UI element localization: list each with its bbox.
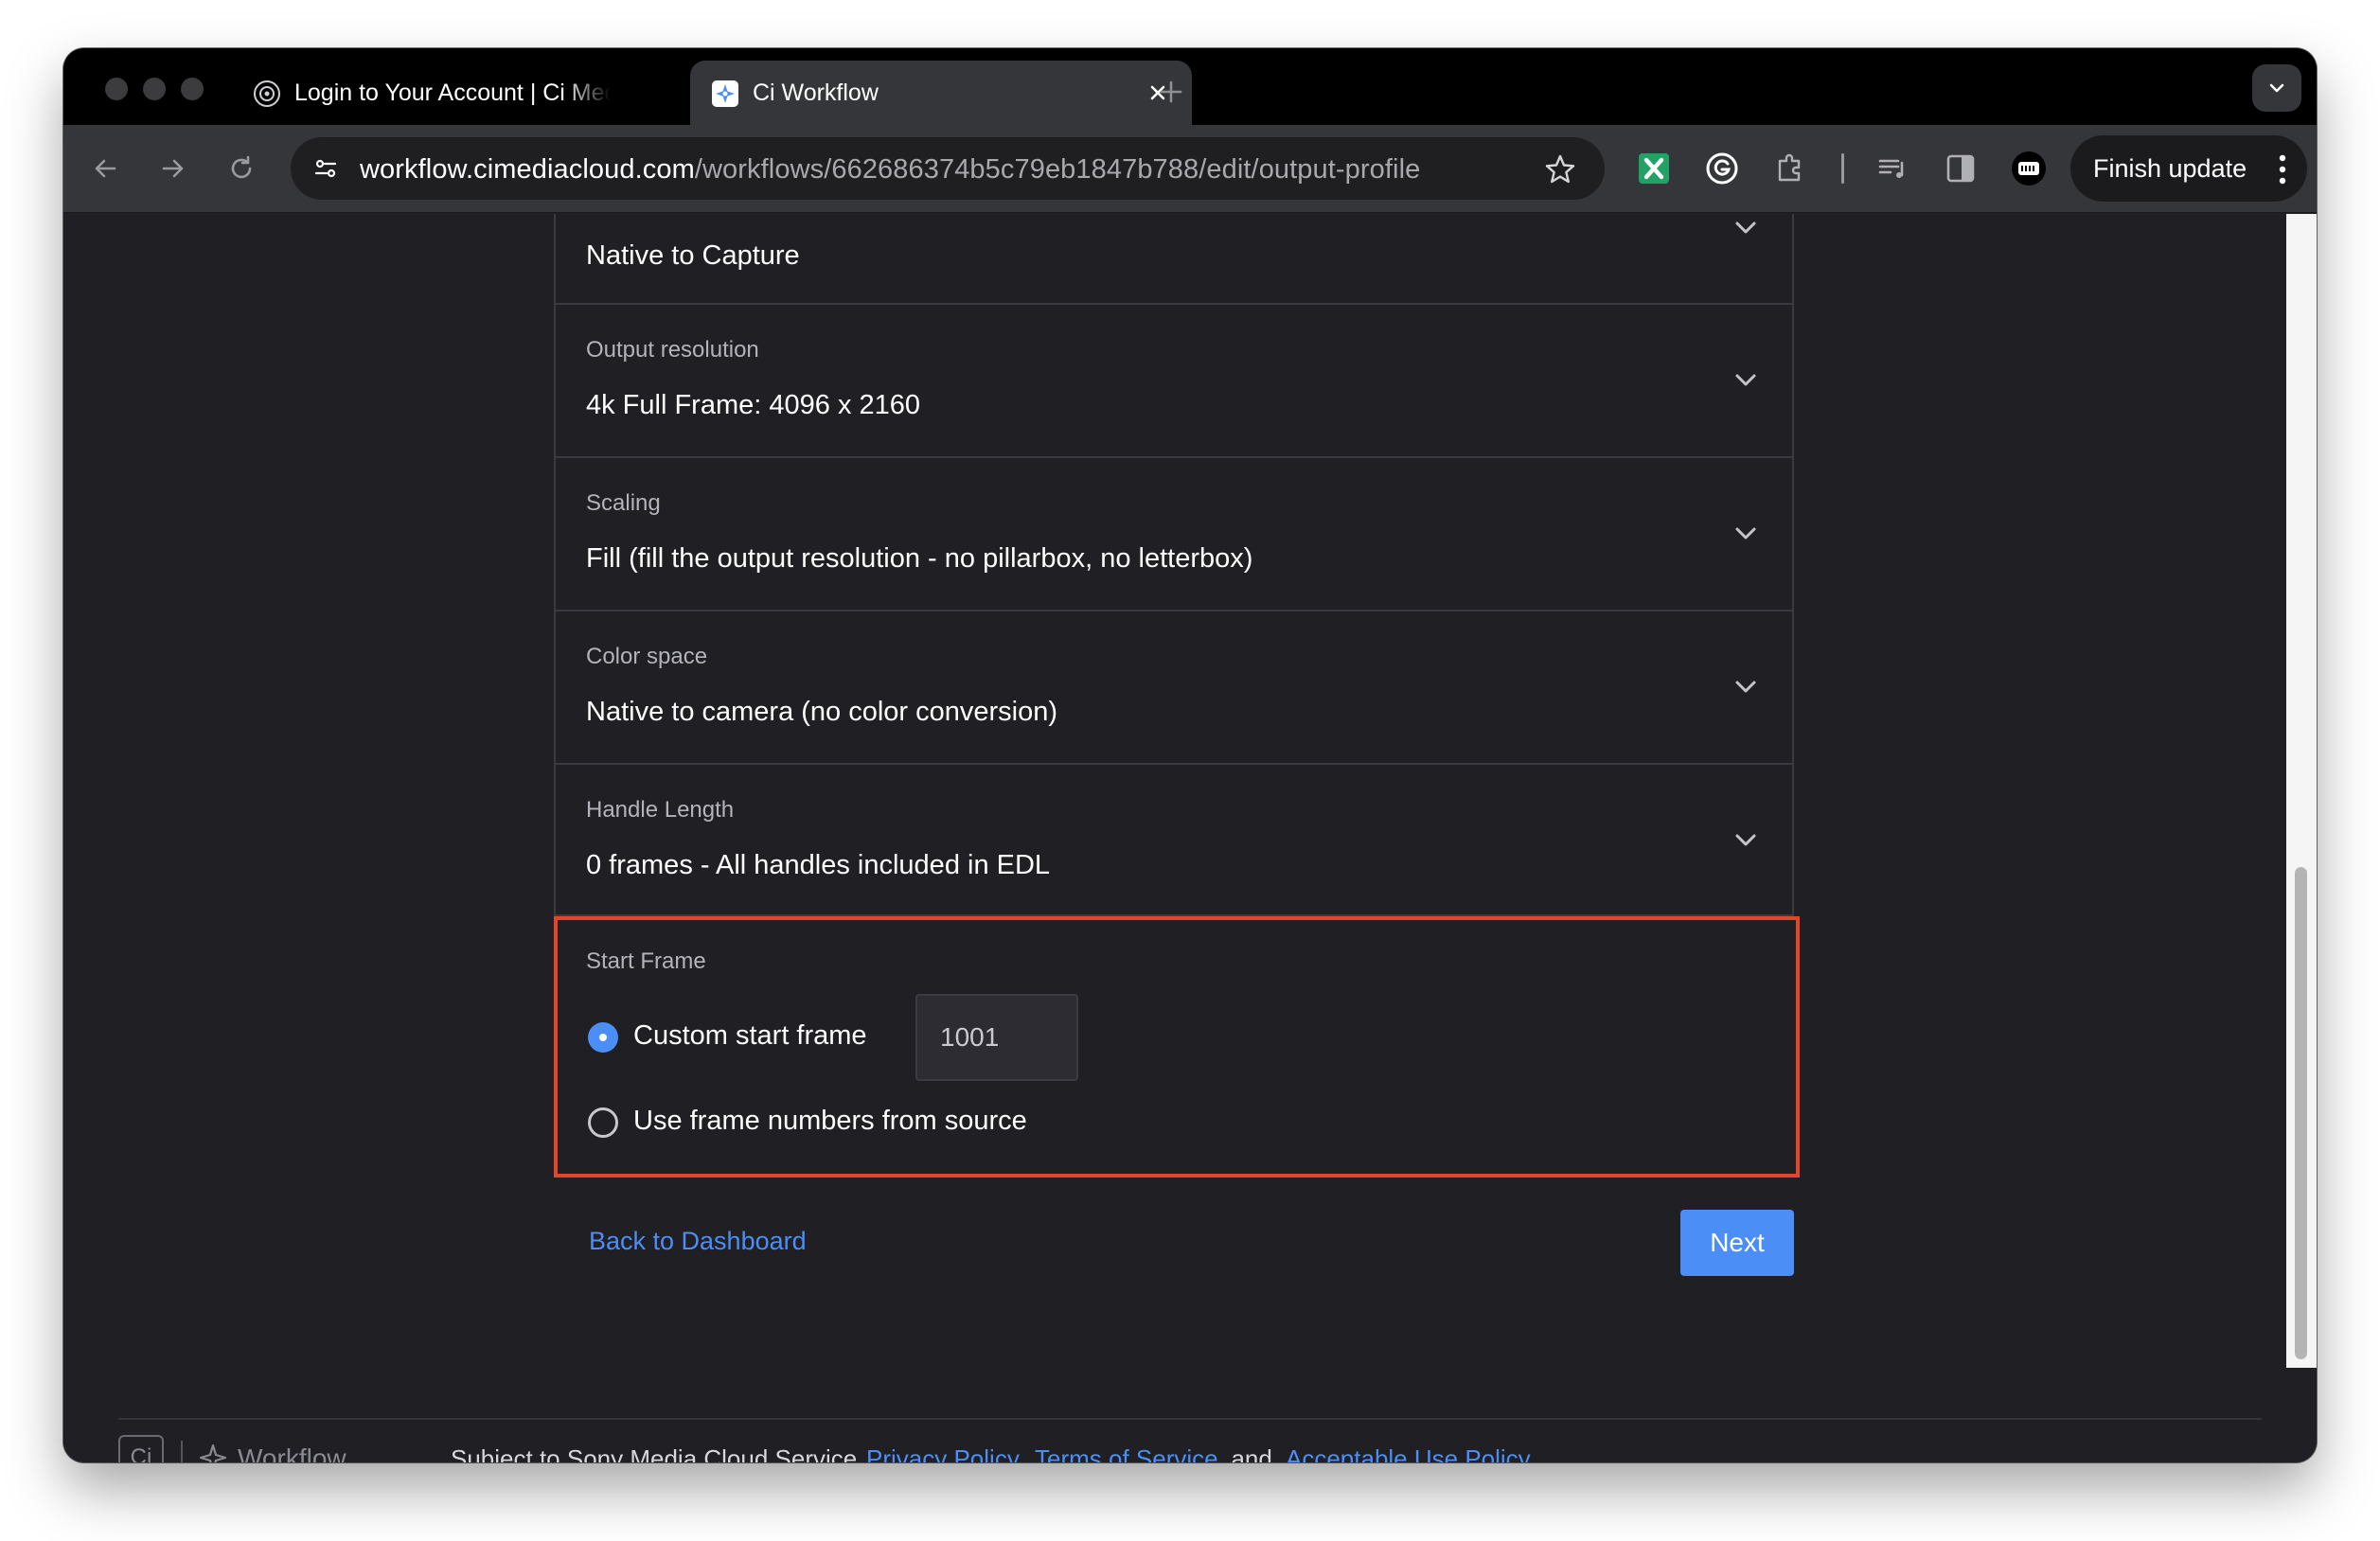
- address-bar[interactable]: workflow.cimediacloud.com/workflows/6626…: [291, 137, 1605, 200]
- finish-update-button[interactable]: Finish update: [2070, 135, 2307, 202]
- select-label: Handle Length: [586, 797, 735, 823]
- excel-icon: [1639, 153, 1669, 184]
- next-button[interactable]: Next: [1680, 1210, 1794, 1276]
- grammarly-extension[interactable]: [1703, 150, 1741, 187]
- back-to-dashboard-link[interactable]: Back to Dashboard: [589, 1227, 807, 1256]
- select-label: Scaling: [586, 490, 661, 516]
- chevron-down-icon: [2269, 83, 2284, 93]
- footer-pipe: [181, 1441, 183, 1462]
- bookmark-star-icon[interactable]: [1544, 153, 1576, 186]
- finish-update-label: Finish update: [2093, 154, 2247, 183]
- toolbar-divider: [1841, 153, 1844, 184]
- select-label: Color space: [586, 644, 708, 669]
- workflow-favicon-icon: [712, 80, 738, 107]
- arrow-right-icon: [162, 159, 184, 178]
- acceptable-use-policy-link[interactable]: Acceptable Use Policy: [1286, 1444, 1531, 1462]
- source-frame-numbers-label[interactable]: Use frame numbers from source: [633, 1106, 1027, 1137]
- custom-start-frame-label[interactable]: Custom start frame: [633, 1020, 867, 1052]
- media-queue-button[interactable]: [1874, 150, 1911, 187]
- select-value: 0 frames - All handles included in EDL: [586, 850, 1051, 880]
- start-frame-section: Start Frame Custom start frame 1001 Use …: [554, 916, 1800, 1178]
- page-content: Native to Capture Output resolution 4k F…: [63, 214, 2317, 1462]
- privacy-policy-link[interactable]: Privacy Policy: [866, 1444, 1020, 1462]
- window-close-control[interactable]: [105, 78, 128, 100]
- reload-button[interactable]: [222, 150, 260, 187]
- ci-logo: Ci: [118, 1435, 164, 1462]
- url-path: /workflows/662686374b5c79eb1847b788/edit…: [694, 154, 1421, 185]
- scrollbar-thumb[interactable]: [2295, 867, 2307, 1359]
- select-value: Native to Capture: [586, 240, 800, 271]
- new-tab-icon[interactable]: [1154, 75, 1188, 109]
- footer-separator: ,: [1019, 1444, 1026, 1462]
- url-domain: workflow.cimediacloud.com: [360, 154, 695, 185]
- window-minimize-control[interactable]: [143, 78, 166, 100]
- excel-extension[interactable]: [1635, 150, 1673, 187]
- tab-title: Ci Workflow: [753, 80, 879, 106]
- select-label: Output resolution: [586, 337, 759, 363]
- select-value: Fill (fill the output resolution - no pi…: [586, 543, 1253, 574]
- obs-icon: [2012, 151, 2046, 186]
- select-row-scaling[interactable]: Scaling Fill (fill the output resolution…: [554, 458, 1794, 611]
- window-zoom-control[interactable]: [181, 78, 204, 100]
- select-row-color-space[interactable]: Color space Native to camera (no color c…: [554, 611, 1794, 765]
- grammarly-icon: [1706, 152, 1738, 185]
- terms-of-service-link[interactable]: Terms of Service: [1035, 1444, 1218, 1462]
- select-row-frame-rate[interactable]: Native to Capture: [554, 214, 1794, 305]
- select-row-handle-length[interactable]: Handle Length 0 frames - All handles inc…: [554, 765, 1794, 916]
- forward-button[interactable]: [154, 150, 192, 187]
- select-row-output-resolution[interactable]: Output resolution 4k Full Frame: 4096 x …: [554, 305, 1794, 458]
- tab-strip: Login to Your Account | Ci Media Cloud C…: [63, 48, 2317, 125]
- reload-icon: [231, 155, 252, 179]
- media-queue-icon: [1878, 159, 1904, 178]
- select-value: 4k Full Frame: 4096 x 2160: [586, 390, 921, 420]
- tab-ci-workflow[interactable]: Ci Workflow: [690, 61, 1192, 125]
- ci-favicon-icon: [254, 80, 280, 107]
- browser-window: Login to Your Account | Ci Media Cloud C…: [63, 48, 2317, 1462]
- custom-start-frame-radio[interactable]: [588, 1022, 618, 1053]
- workflow-logo-icon: [199, 1444, 227, 1462]
- start-frame-input[interactable]: 1001: [915, 994, 1078, 1081]
- tune-icon: [314, 159, 337, 178]
- url-text[interactable]: workflow.cimediacloud.com/workflows/6626…: [360, 154, 1420, 186]
- source-frame-numbers-radio[interactable]: [588, 1107, 618, 1138]
- extensions-button[interactable]: [1771, 150, 1809, 187]
- select-value: Native to camera (no color conversion): [586, 697, 1058, 727]
- start-frame-label: Start Frame: [586, 948, 706, 974]
- workflow-logo-text: Workflow: [238, 1444, 346, 1462]
- footer-separator: , and: [1217, 1444, 1272, 1462]
- more-vert-icon: [2279, 154, 2286, 185]
- chevron-down-icon[interactable]: [1732, 826, 1760, 855]
- browser-toolbar: workflow.cimediacloud.com/workflows/6626…: [63, 125, 2317, 213]
- chevron-down-icon[interactable]: [1732, 520, 1760, 548]
- puzzle-extensions-icon: [1778, 153, 1801, 182]
- footer-prefix: Subject to Sony Media Cloud Service: [451, 1444, 858, 1462]
- tab-title: Login to Your Account | Ci Media Cloud: [294, 80, 611, 106]
- site-info-button[interactable]: [308, 151, 344, 186]
- tab-login[interactable]: Login to Your Account | Ci Media Cloud: [232, 61, 734, 125]
- chevron-down-icon[interactable]: [1732, 366, 1760, 395]
- page-scrollbar[interactable]: [2286, 214, 2317, 1368]
- back-button[interactable]: [86, 150, 124, 187]
- chevron-down-icon[interactable]: [1732, 673, 1760, 701]
- side-panel-icon: [1946, 154, 1975, 183]
- side-panel-button[interactable]: [1942, 150, 1980, 187]
- chevron-down-icon[interactable]: [1732, 214, 1760, 242]
- footer-divider: [118, 1418, 2262, 1420]
- footer-period: .: [1531, 1444, 1538, 1462]
- tab-search-button[interactable]: [2252, 64, 2301, 112]
- arrow-left-icon: [95, 159, 116, 178]
- obs-extension[interactable]: [2010, 150, 2048, 187]
